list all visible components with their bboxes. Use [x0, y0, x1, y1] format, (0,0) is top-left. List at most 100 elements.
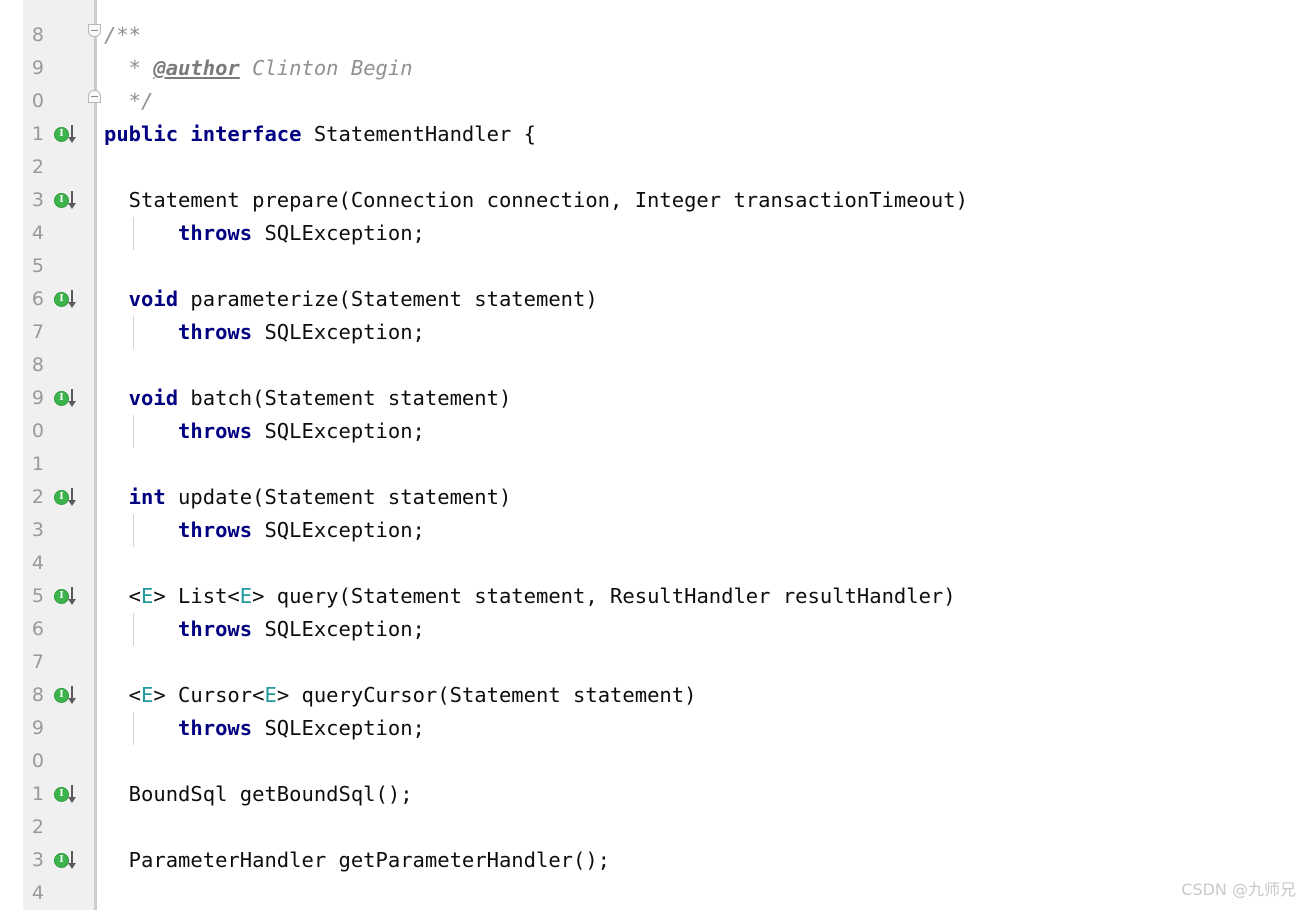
code-line[interactable]: 9I void batch(Statement statement) — [0, 382, 1306, 415]
line-number: 8 — [31, 354, 44, 376]
code-text[interactable]: throws SQLException; — [104, 712, 425, 745]
code-text[interactable]: throws SQLException; — [104, 217, 425, 250]
implemented-interface-marker-icon[interactable]: I — [54, 389, 86, 409]
arrow-down-icon — [67, 191, 77, 211]
code-token-plain: SQLException; — [252, 716, 425, 740]
line-number: 3 — [31, 849, 44, 871]
code-line[interactable]: 8 /** — [0, 19, 1306, 52]
line-number: 2 — [31, 816, 44, 838]
implemented-interface-marker-icon[interactable]: I — [54, 125, 86, 145]
code-line[interactable]: 3 throws SQLException; — [0, 514, 1306, 547]
code-token-type: E — [239, 584, 253, 608]
code-line[interactable]: 7 — [0, 646, 1306, 679]
code-line[interactable]: 1 Ipublic interface StatementHandler { — [0, 118, 1306, 151]
implemented-interface-marker-icon[interactable]: I — [54, 290, 86, 310]
fold-end-icon[interactable] — [86, 85, 106, 118]
line-number: 9 — [31, 57, 44, 79]
code-editor[interactable]: 8/** 9 * @author Clinton Begin 0 */1 Ipubli… — [0, 0, 1306, 910]
code-line[interactable]: 6 throws SQLException; — [0, 613, 1306, 646]
line-number: 1 — [31, 453, 44, 475]
code-line[interactable]: 9 throws SQLException; — [0, 712, 1306, 745]
line-number: 3 — [31, 519, 44, 541]
line-number: 1 — [31, 783, 44, 805]
code-line[interactable]: 5I <E> List<E> query(Statement statement… — [0, 580, 1306, 613]
code-line[interactable]: 6I void parameterize(Statement statement… — [0, 283, 1306, 316]
code-token-plain: > List< — [153, 584, 240, 608]
code-line[interactable]: 4 — [0, 877, 1306, 910]
code-token-kw: int — [104, 485, 166, 509]
line-number: 5 — [31, 255, 44, 277]
arrow-down-icon — [67, 686, 77, 706]
code-line[interactable]: 2 — [0, 151, 1306, 184]
implemented-interface-marker-icon[interactable]: I — [54, 686, 86, 706]
code-token-cmt: Clinton Begin — [239, 56, 413, 80]
fold-collapse-icon[interactable] — [86, 19, 106, 52]
code-token-kw: throws — [104, 518, 253, 542]
line-number: 8 — [31, 684, 44, 706]
code-text[interactable]: int update(Statement statement) — [104, 481, 512, 514]
code-text[interactable]: */ — [104, 85, 154, 118]
code-line[interactable]: 0 throws SQLException; — [0, 415, 1306, 448]
code-line[interactable]: 9 * @author Clinton Begin — [0, 52, 1306, 85]
code-line[interactable]: 4 — [0, 547, 1306, 580]
watermark: CSDN @九师兄 — [1181, 880, 1296, 899]
code-token-plain: parameterize(Statement statement) — [178, 287, 598, 311]
line-number: 1 — [31, 123, 44, 145]
implemented-interface-marker-icon[interactable]: I — [54, 785, 86, 805]
implemented-interface-marker-icon[interactable]: I — [54, 191, 86, 211]
implemented-interface-marker-icon[interactable]: I — [54, 587, 86, 607]
code-line[interactable]: 2I int update(Statement statement) — [0, 481, 1306, 514]
code-token-kw: public interface — [104, 122, 302, 146]
code-line[interactable]: 4 throws SQLException; — [0, 217, 1306, 250]
code-token-plain: Statement prepare(Connection connection,… — [104, 188, 968, 212]
code-token-plain: BoundSql getBoundSql(); — [104, 782, 413, 806]
arrow-down-icon — [67, 488, 77, 508]
code-token-cmt: /** — [104, 23, 142, 47]
line-number: 6 — [31, 618, 44, 640]
code-line[interactable]: 0 — [0, 745, 1306, 778]
line-number: 9 — [31, 387, 44, 409]
code-text[interactable]: throws SQLException; — [104, 415, 425, 448]
implemented-interface-marker-icon[interactable]: I — [54, 851, 86, 871]
arrow-down-icon — [67, 587, 77, 607]
code-text[interactable]: BoundSql getBoundSql(); — [104, 778, 413, 811]
code-text[interactable]: throws SQLException; — [104, 514, 425, 547]
line-number: 5 — [31, 585, 44, 607]
code-text[interactable]: throws SQLException; — [104, 316, 425, 349]
code-text[interactable]: Statement prepare(Connection connection,… — [104, 184, 968, 217]
code-token-tag: @author — [153, 56, 240, 80]
code-line[interactable]: 7 throws SQLException; — [0, 316, 1306, 349]
code-text[interactable]: throws SQLException; — [104, 613, 425, 646]
code-text[interactable]: ParameterHandler getParameterHandler(); — [104, 844, 610, 877]
code-token-plain: update(Statement statement) — [165, 485, 512, 509]
code-token-plain: > query(Statement statement, ResultHandl… — [252, 584, 956, 608]
code-text[interactable]: /** — [104, 19, 141, 52]
code-token-plain: SQLException; — [252, 419, 425, 443]
code-text[interactable]: * @author Clinton Begin — [104, 52, 413, 85]
fold-region-stem — [86, 52, 106, 85]
code-line[interactable]: 8 — [0, 349, 1306, 382]
code-token-plain: SQLException; — [252, 320, 425, 344]
code-line[interactable]: 5 — [0, 250, 1306, 283]
code-line[interactable]: 3I Statement prepare(Connection connecti… — [0, 184, 1306, 217]
code-line[interactable]: 1I BoundSql getBoundSql(); — [0, 778, 1306, 811]
implemented-interface-marker-icon[interactable]: I — [54, 488, 86, 508]
code-line[interactable]: 0 */ — [0, 85, 1306, 118]
code-text[interactable]: public interface StatementHandler { — [104, 118, 536, 151]
line-number: 4 — [31, 552, 44, 574]
line-number: 6 — [31, 288, 44, 310]
code-token-cmt: * — [104, 56, 154, 80]
line-number: 9 — [31, 717, 44, 739]
code-text[interactable]: <E> List<E> query(Statement statement, R… — [104, 580, 956, 613]
arrow-down-icon — [67, 290, 77, 310]
code-text[interactable]: void parameterize(Statement statement) — [104, 283, 598, 316]
code-line[interactable]: 8I <E> Cursor<E> queryCursor(Statement s… — [0, 679, 1306, 712]
line-number: 0 — [31, 420, 44, 442]
code-line[interactable]: 2 — [0, 811, 1306, 844]
code-line[interactable]: 1 — [0, 448, 1306, 481]
line-number: 2 — [31, 156, 44, 178]
code-text[interactable]: <E> Cursor<E> queryCursor(Statement stat… — [104, 679, 697, 712]
code-text[interactable]: void batch(Statement statement) — [104, 382, 512, 415]
code-line[interactable]: 3I ParameterHandler getParameterHandler(… — [0, 844, 1306, 877]
code-token-kw: void — [104, 386, 179, 410]
